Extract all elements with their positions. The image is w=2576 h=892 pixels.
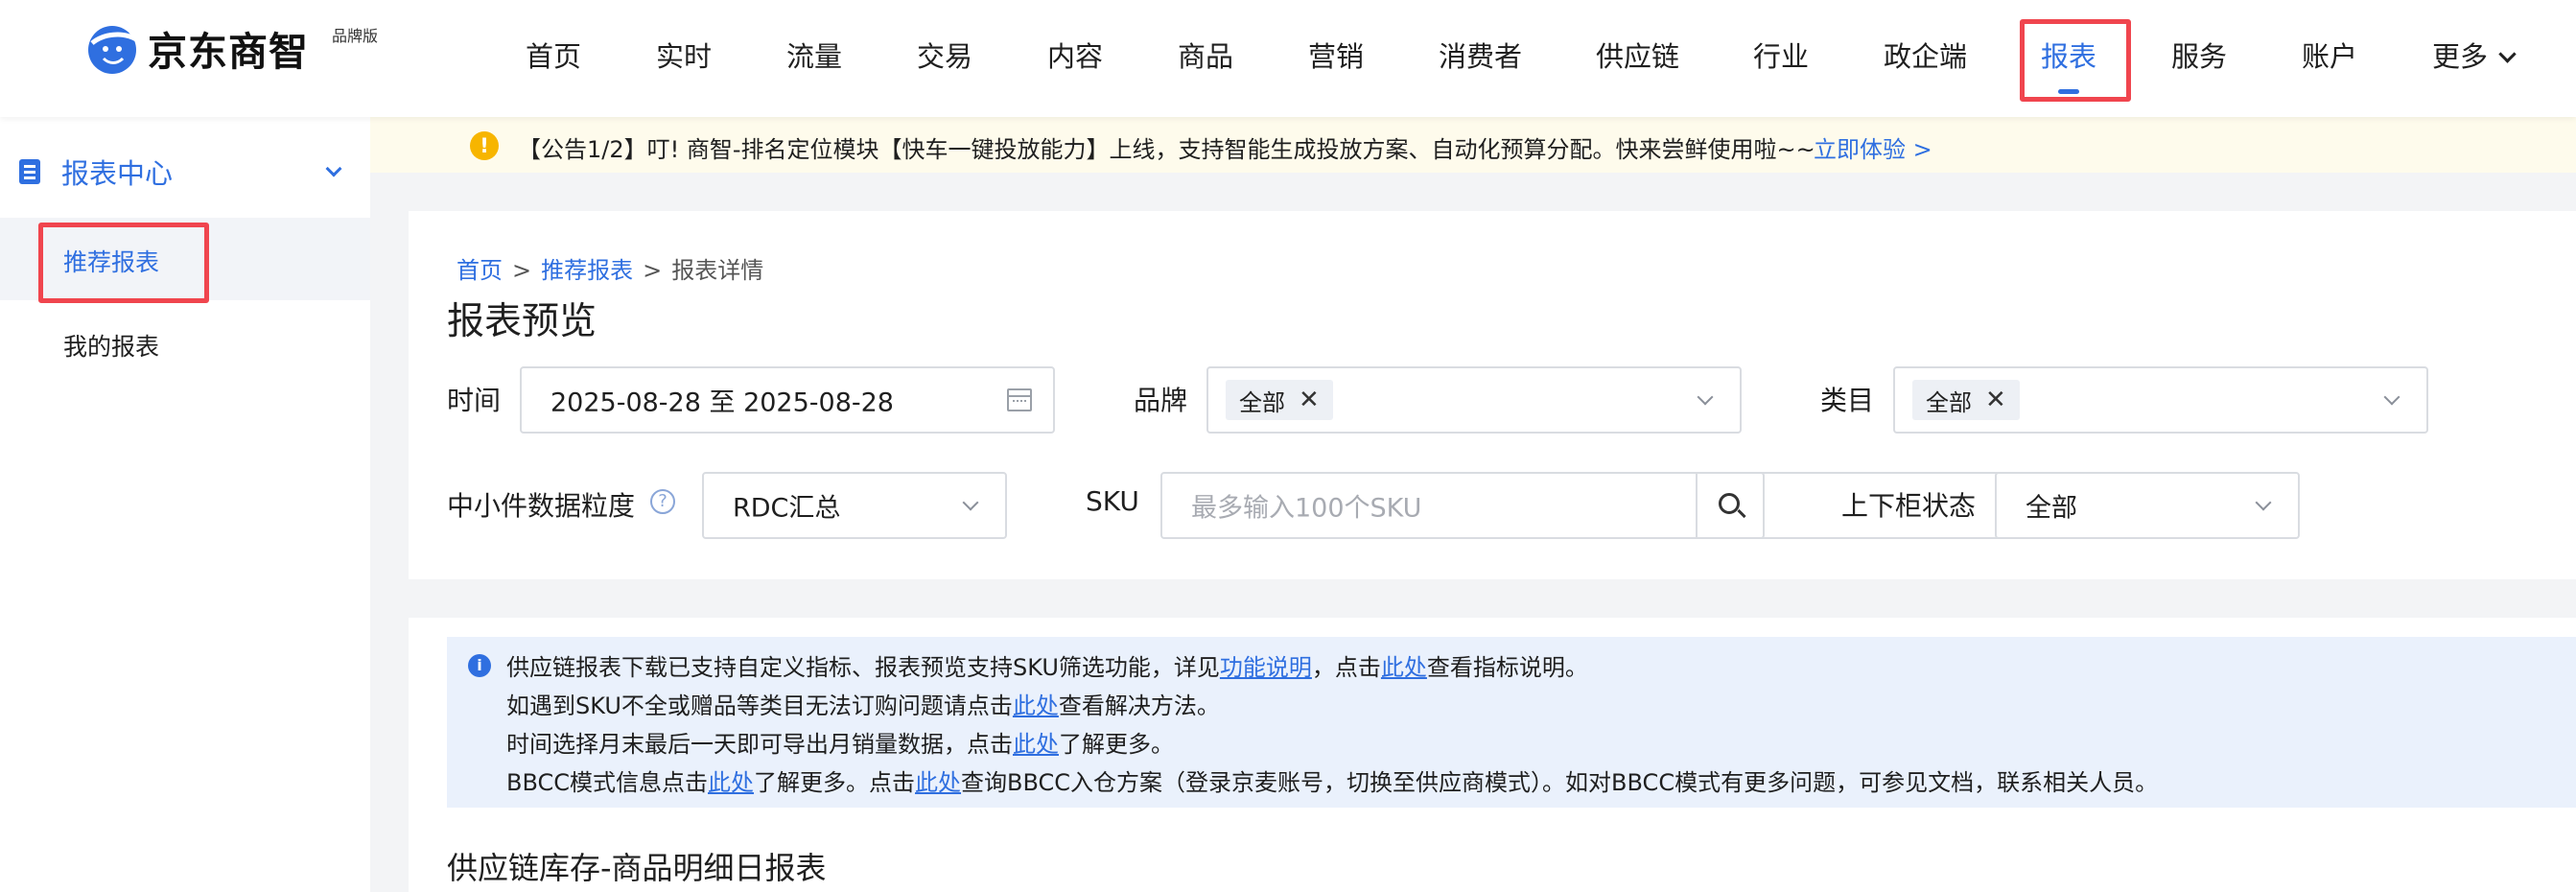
nav-home[interactable]: 首页 [526, 35, 581, 75]
sku-solution-link[interactable]: 此处 [1013, 692, 1059, 719]
nav-industry[interactable]: 行业 [1753, 35, 1809, 75]
metric-doc-link[interactable]: 此处 [1381, 654, 1427, 681]
nav-more-label: 更多 [2432, 40, 2489, 73]
nav-marketing[interactable]: 营销 [1308, 35, 1364, 75]
monthly-sales-link[interactable]: 此处 [1013, 731, 1059, 758]
close-icon[interactable]: ✕ [1985, 386, 2006, 414]
sidebar-group-report-center[interactable]: 报表中心 [19, 152, 173, 192]
brand-label: 品牌 [1134, 385, 1188, 416]
breadcrumb-separator: > [643, 257, 663, 284]
jd-logo-mark-icon [88, 26, 138, 74]
shelf-status-label: 上下柜状态 [1841, 490, 1977, 522]
info-icon: i [468, 654, 491, 677]
breadcrumb: 首页 > 推荐报表 > 报表详情 [457, 251, 763, 285]
breadcrumb-separator: > [512, 257, 532, 284]
chevron-down-icon [2383, 388, 2400, 406]
report-title: 供应链库存-商品明细日报表 [447, 850, 827, 886]
brand-select[interactable]: 全部 ✕ [1206, 366, 1742, 434]
page-title: 报表预览 [447, 300, 597, 343]
breadcrumb-current: 报表详情 [671, 257, 764, 284]
brand-tag-label: 全部 [1239, 388, 1285, 416]
announcement-bar: ! 【公告1/2】叮! 商智-排名定位模块【快车一键投放能力】上线，支持智能生成… [370, 117, 2576, 173]
sidebar-group-title: 报表中心 [61, 157, 174, 190]
report-card: i 供应链报表下载已支持自定义指标、报表预览支持SKU筛选功能，详见功能说明，点… [409, 618, 2576, 892]
close-icon[interactable]: ✕ [1299, 386, 1320, 414]
help-icon[interactable]: ? [650, 489, 675, 514]
chevron-down-icon [2255, 494, 2272, 511]
chevron-down-icon[interactable] [325, 160, 342, 177]
highlight-box-recommended [38, 223, 209, 303]
nav-account[interactable]: 账户 [2302, 35, 2357, 75]
nav-product[interactable]: 商品 [1178, 35, 1233, 75]
info-line-4: BBCC模式信息点击此处了解更多。点击此处查询BBCC入仓方案（登录京麦账号，切… [506, 769, 2159, 796]
highlight-box-nav-reports [2020, 19, 2131, 102]
nav-consumer[interactable]: 消费者 [1439, 35, 1522, 75]
shelf-status-value: 全部 [2026, 493, 2077, 524]
category-tag: 全部 ✕ [1912, 380, 2020, 420]
chevron-down-icon [2498, 45, 2517, 63]
announcement-text: 【公告1/2】叮! 商智-排名定位模块【快车一键投放能力】上线，支持智能生成投放… [518, 136, 1815, 163]
nav-supply-chain[interactable]: 供应链 [1596, 35, 1679, 75]
sku-search-button[interactable] [1696, 472, 1765, 539]
logo-edition: 品牌版 [332, 27, 379, 45]
sku-label: SKU [1086, 485, 1139, 517]
feature-doc-link[interactable]: 功能说明 [1220, 654, 1312, 681]
document-icon [19, 159, 40, 184]
sku-placeholder: 最多输入100个SKU [1191, 493, 1422, 524]
bbcc-info-link[interactable]: 此处 [708, 769, 754, 796]
granularity-value: RDC汇总 [733, 493, 841, 524]
date-range-picker[interactable]: 2025-08-28 至 2025-08-28 [520, 366, 1055, 434]
breadcrumb-recommended[interactable]: 推荐报表 [541, 257, 633, 284]
top-navbar: 京东商智 品牌版 首页 实时 流量 交易 内容 商品 营销 消费者 供应链 行业… [0, 0, 2576, 117]
info-line-3: 时间选择月末最后一天即可导出月销量数据，点击此处了解更多。 [506, 731, 1174, 758]
bbcc-plan-link[interactable]: 此处 [915, 769, 961, 796]
info-line-1: 供应链报表下载已支持自定义指标、报表预览支持SKU筛选功能，详见功能说明，点击此… [506, 654, 1588, 681]
info-alert: i 供应链报表下载已支持自定义指标、报表预览支持SKU筛选功能，详见功能说明，点… [447, 637, 2576, 808]
filter-card: 首页 > 推荐报表 > 报表详情 报表预览 时间 2025-08-28 至 2025-0… [409, 211, 2576, 579]
sidebar: 报表中心 推荐报表 我的报表 [0, 117, 370, 892]
category-select[interactable]: 全部 ✕ [1893, 366, 2428, 434]
nav-traffic[interactable]: 流量 [786, 35, 842, 75]
chevron-down-icon [1697, 388, 1714, 406]
nav-trade[interactable]: 交易 [917, 35, 972, 75]
category-label: 类目 [1820, 385, 1875, 416]
try-now-link[interactable]: 立即体验 > [1814, 130, 1932, 164]
warning-icon: ! [470, 131, 499, 160]
nav-realtime[interactable]: 实时 [656, 35, 712, 75]
shelf-status-select[interactable]: 全部 [1995, 472, 2300, 539]
nav-service[interactable]: 服务 [2171, 35, 2227, 75]
nav-gov-enterprise[interactable]: 政企端 [1884, 35, 1967, 75]
date-range-value: 2025-08-28 至 2025-08-28 [550, 387, 894, 418]
logo-text: 京东商智 [148, 29, 309, 75]
calendar-icon [1007, 388, 1032, 411]
category-tag-label: 全部 [1926, 388, 1972, 416]
granularity-label: 中小件数据粒度 [447, 490, 636, 522]
breadcrumb-home[interactable]: 首页 [457, 257, 503, 284]
time-label: 时间 [447, 385, 502, 416]
jd-logo[interactable]: 京东商智 [84, 17, 309, 79]
info-line-2: 如遇到SKU不全或赠品等类目无法订购问题请点击此处查看解决方法。 [506, 692, 1220, 719]
nav-content[interactable]: 内容 [1047, 35, 1103, 75]
nav-more[interactable]: 更多 [2432, 35, 2517, 75]
sidebar-item-my-reports[interactable]: 我的报表 [63, 328, 159, 363]
chevron-down-icon [962, 494, 979, 511]
brand-tag: 全部 ✕ [1226, 380, 1333, 420]
granularity-select[interactable]: RDC汇总 [702, 472, 1007, 539]
